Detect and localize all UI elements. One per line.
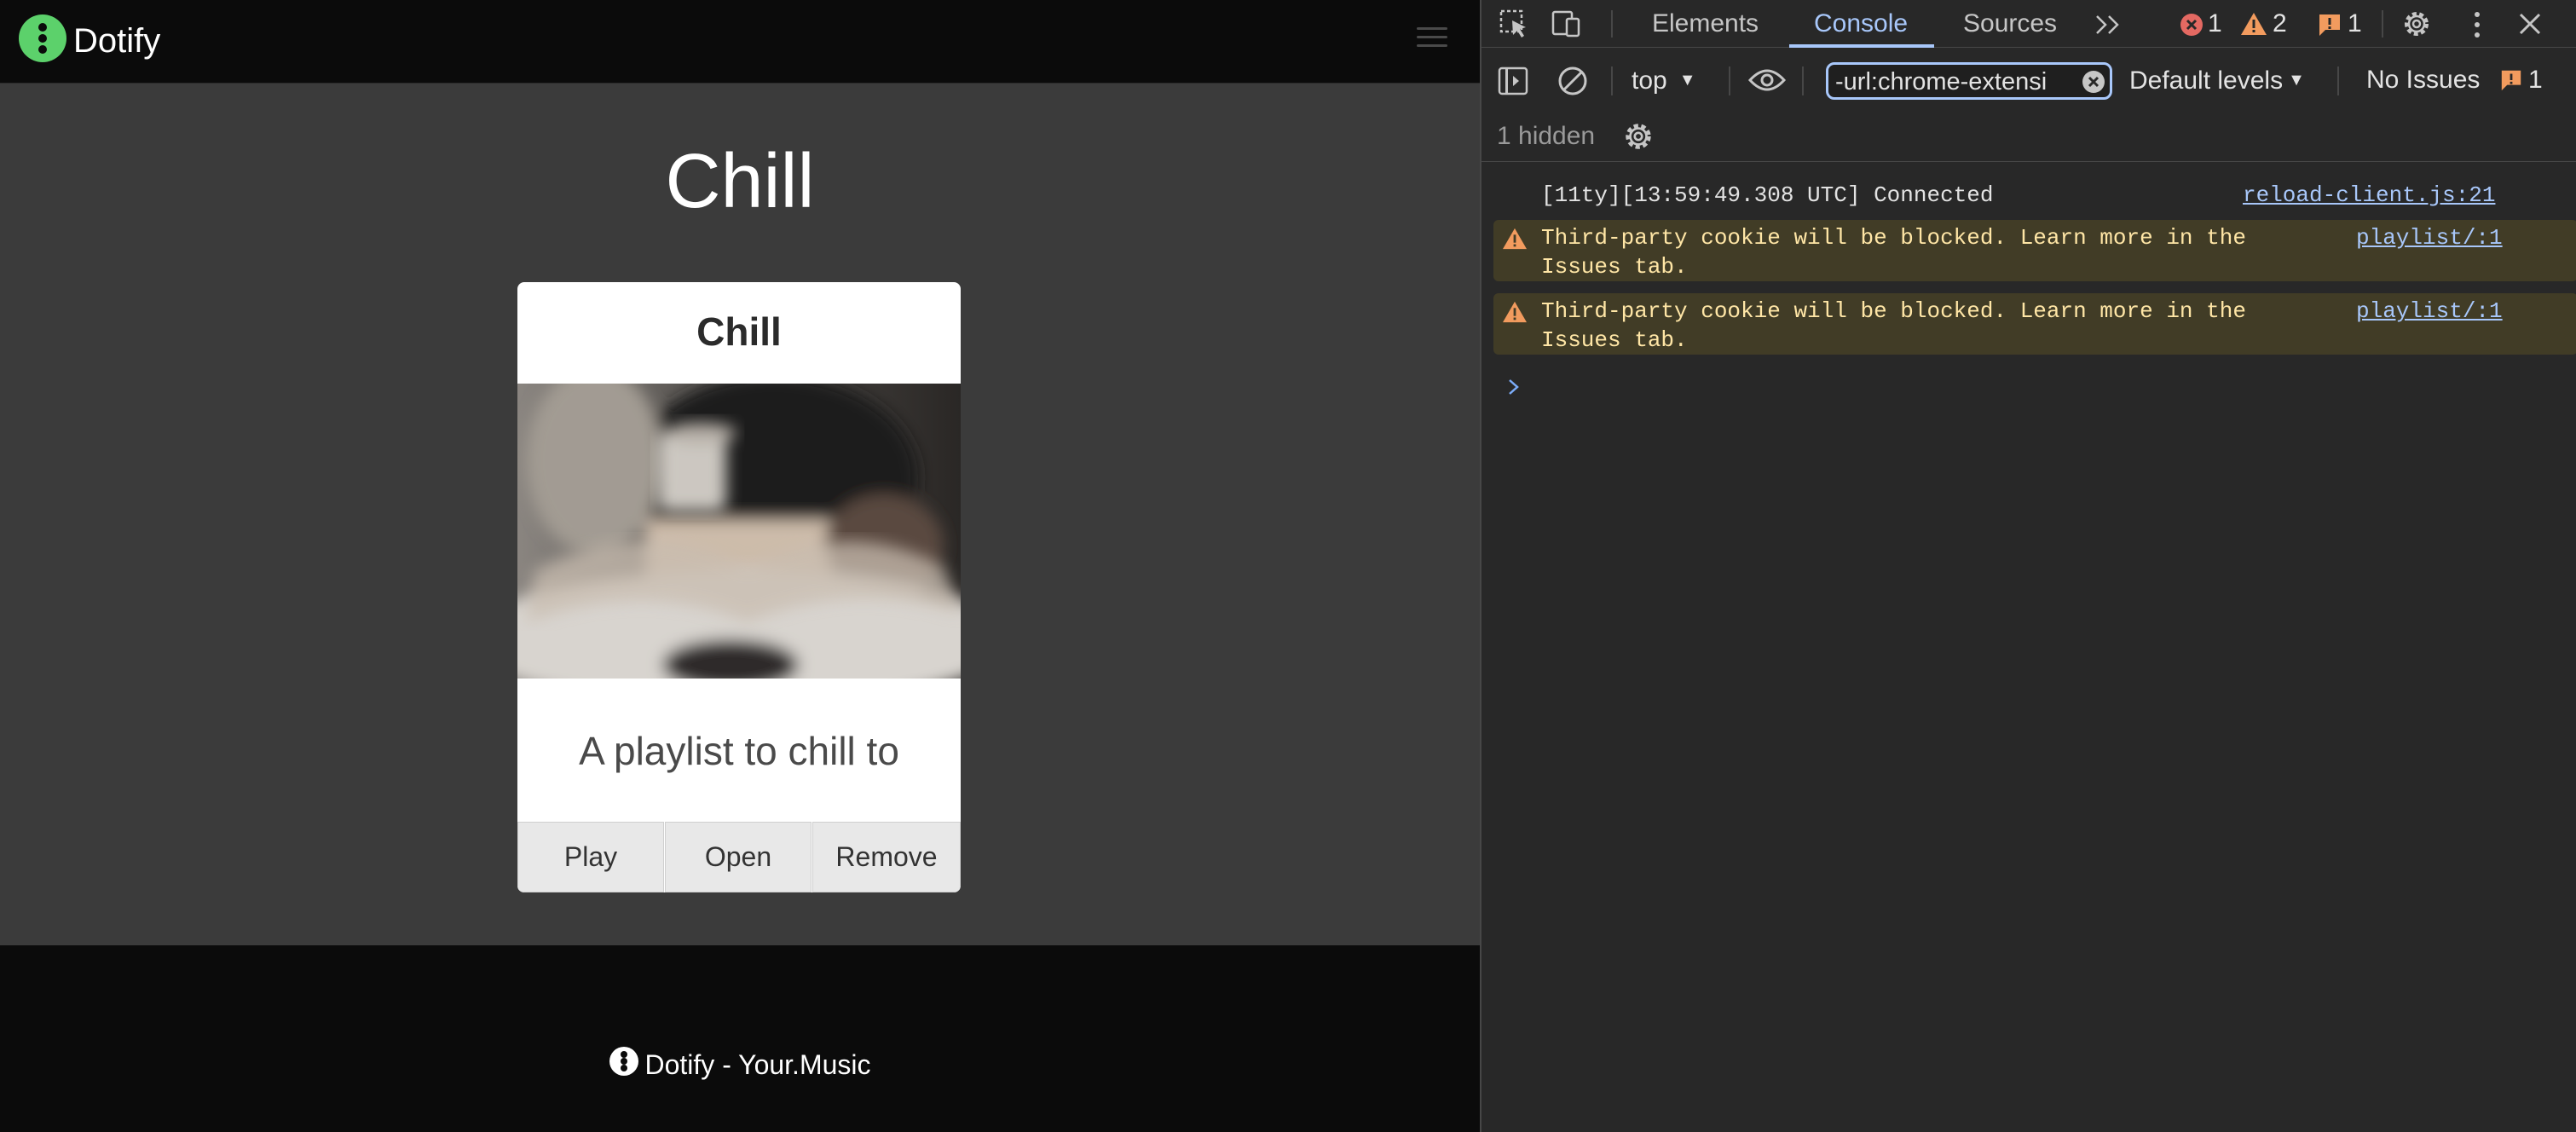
active-tab-indicator <box>1789 44 1934 48</box>
more-tabs-chevron-icon[interactable] <box>2094 14 2123 36</box>
tab-elements[interactable]: Elements <box>1652 0 1759 48</box>
warning-icon[interactable] <box>2240 11 2267 37</box>
sidebar-toggle-icon[interactable] <box>1497 65 1529 97</box>
live-expression-eye-icon[interactable] <box>1747 66 1787 94</box>
footer: Dotify - Your.Music <box>0 945 1480 1132</box>
inspect-element-icon[interactable] <box>1499 9 1529 39</box>
console-message-log: [11ty][13:59:49.308 UTC] Connected reloa… <box>1481 179 2576 213</box>
more-options-icon[interactable] <box>2470 10 2484 39</box>
clear-filter-icon[interactable] <box>2081 69 2106 95</box>
hidden-count: 1 hidden <box>1497 122 1596 150</box>
console-message-warning: Third-party cookie will be blocked. Lear… <box>1493 220 2576 281</box>
warning-count[interactable]: 2 <box>2273 0 2287 48</box>
console-filter-input[interactable]: -url:chrome-extensi <box>1826 62 2112 100</box>
footer-text: Dotify - Your.Music <box>644 1049 871 1080</box>
console-message-warning: Third-party cookie will be blocked. Lear… <box>1493 293 2576 355</box>
warning-text-line-2: Issues tab. <box>1541 327 1688 353</box>
warning-text-line-1: Third-party cookie will be blocked. Lear… <box>1541 298 2246 324</box>
device-toolbar-icon[interactable] <box>1550 9 1584 39</box>
log-source-link[interactable]: reload-client.js:21 <box>2243 181 2495 210</box>
tab-console[interactable]: Console <box>1814 0 1908 48</box>
toolbar-divider <box>2337 66 2339 95</box>
hidden-messages-row: 1 hidden <box>1481 111 2576 162</box>
play-button[interactable]: Play <box>517 822 664 892</box>
brand-name[interactable]: Dotify <box>73 20 160 61</box>
warning-source-link[interactable]: playlist/:1 <box>2356 223 2503 252</box>
context-label: top <box>1632 66 1667 95</box>
tab-divider <box>1611 10 1613 38</box>
remove-button[interactable]: Remove <box>812 822 961 892</box>
warning-icon <box>1503 228 1527 250</box>
close-devtools-icon[interactable] <box>2516 10 2544 38</box>
tab-sources[interactable]: Sources <box>1963 0 2057 48</box>
issue-count[interactable]: 1 <box>2348 0 2362 48</box>
console-toolbar: top ▼ -url:chrome-extensi Default levels ▼… <box>1481 56 2576 107</box>
filter-value: -url:chrome-extensi <box>1835 68 2048 95</box>
page-viewport: Dotify Chill Chill A playlist to chill t… <box>0 0 1480 1132</box>
context-dropdown-icon: ▼ <box>1678 71 1696 90</box>
warning-text-line-1: Third-party cookie will be blocked. Lear… <box>1541 225 2246 251</box>
issues-count[interactable]: 1 <box>2528 63 2543 97</box>
hamburger-menu-icon[interactable] <box>1417 26 1447 49</box>
issue-flag-icon[interactable] <box>2317 12 2342 38</box>
playlist-card: Chill A playlist to chill to Play Open R… <box>517 282 961 892</box>
warning-icon <box>1503 301 1527 323</box>
playlist-cover-image <box>517 384 961 679</box>
log-levels-dropdown[interactable]: Default levels ▼ <box>2129 63 2305 98</box>
page-title: Chill <box>665 139 815 224</box>
levels-dropdown-icon: ▼ <box>2288 71 2305 90</box>
log-levels-label: Default levels <box>2129 66 2284 95</box>
toolbar-divider <box>1611 66 1613 95</box>
app-window: Dotify Chill Chill A playlist to chill t… <box>0 0 2576 1132</box>
issues-label: No Issues <box>2366 66 2481 94</box>
console-prompt-row[interactable] <box>1481 370 2576 404</box>
warning-text-line-2: Issues tab. <box>1541 254 1688 280</box>
console-prompt-chevron-icon <box>1509 379 1519 395</box>
settings-gear-icon[interactable] <box>2400 8 2433 40</box>
issue-flag-icon[interactable] <box>2499 68 2523 92</box>
toolbar-divider <box>1802 66 1804 95</box>
card-description: A playlist to chill to <box>579 729 899 773</box>
warning-source-link[interactable]: playlist/:1 <box>2356 297 2503 326</box>
devtools-tab-bar: Elements Console Sources 1 2 1 <box>1481 0 2576 48</box>
log-text: [11ty][13:59:49.308 UTC] Connected <box>1541 182 1994 208</box>
dotify-logo-icon[interactable] <box>19 14 66 62</box>
console-settings-gear-icon[interactable] <box>1621 119 1655 153</box>
dotify-footer-icon <box>609 1047 638 1076</box>
error-count[interactable]: 1 <box>2208 0 2222 48</box>
clear-console-icon[interactable] <box>1557 65 1589 97</box>
tab-divider <box>2382 10 2383 38</box>
issues-button[interactable]: No Issues <box>2366 63 2480 97</box>
context-selector[interactable]: top ▼ <box>1632 63 1696 98</box>
open-button[interactable]: Open <box>665 822 811 892</box>
error-icon[interactable] <box>2179 12 2204 38</box>
card-title: Chill <box>696 309 782 354</box>
footer-text-row: Dotify - Your.Music <box>0 1046 1480 1083</box>
toolbar-divider <box>1729 66 1730 95</box>
devtools-panel: Elements Console Sources 1 2 1 top ▼ -ur… <box>1480 0 2576 1132</box>
navbar: Dotify <box>0 0 1480 84</box>
